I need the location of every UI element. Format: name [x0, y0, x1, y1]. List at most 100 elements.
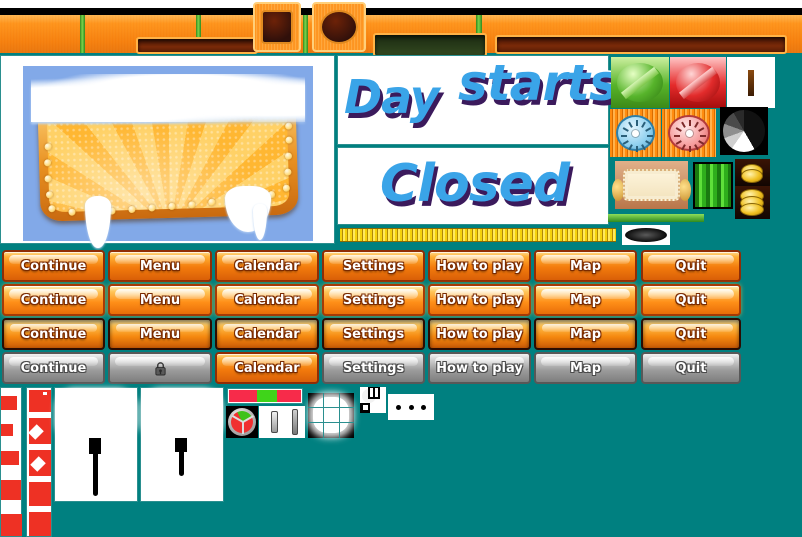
- pie-timer-face: [723, 110, 765, 152]
- button-surface-pressed[interactable]: How to play: [428, 318, 531, 350]
- button-label: Map: [569, 360, 601, 376]
- button-calendar-pressed[interactable]: Calendar: [215, 318, 319, 350]
- rounded-square-tile[interactable]: [308, 393, 354, 438]
- button-menu-hover[interactable]: Menu: [108, 284, 212, 316]
- button-calendar-hover[interactable]: Calendar: [215, 284, 319, 316]
- pill-icon-group[interactable]: [259, 406, 305, 438]
- speech-bubble[interactable]: [140, 387, 224, 502]
- button-surface-normal[interactable]: Calendar: [215, 250, 319, 282]
- button-surface-normal[interactable]: Menu: [108, 250, 212, 282]
- button-calendar-disabled[interactable]: Calendar: [215, 352, 319, 384]
- button-surface-disabled[interactable]: Map: [534, 352, 637, 384]
- button-label: How to play: [436, 258, 523, 274]
- button-label: Calendar: [234, 360, 300, 376]
- button-settings-hover[interactable]: Settings: [322, 284, 425, 316]
- recipe-card-icon[interactable]: [612, 161, 691, 209]
- button-surface-normal[interactable]: Quit: [641, 250, 741, 282]
- tile-hole-square: [261, 10, 293, 44]
- button-surface-pressed[interactable]: Settings: [322, 318, 425, 350]
- button-surface-pressed[interactable]: Menu: [108, 318, 212, 350]
- button-label: Menu: [139, 292, 181, 308]
- banner-preview-panel: [0, 55, 335, 248]
- button-map-pressed[interactable]: Map: [534, 318, 637, 350]
- red-arrow-strip[interactable]: [26, 387, 52, 537]
- top-decorative-bar: [0, 0, 802, 57]
- button-surface-normal[interactable]: Settings: [322, 250, 425, 282]
- red-sign-icon[interactable]: [670, 57, 726, 108]
- blue-clock-face: [616, 115, 655, 152]
- coin-stack-icon[interactable]: [735, 159, 770, 186]
- button-surface-disabled[interactable]: Continue: [2, 352, 105, 384]
- button-surface-hover[interactable]: Menu: [108, 284, 212, 316]
- button-surface-disabled[interactable]: Settings: [322, 352, 425, 384]
- top-white-strip: [0, 0, 802, 8]
- button-quit-pressed[interactable]: Quit: [641, 318, 741, 350]
- button-settings-normal[interactable]: Settings: [322, 250, 425, 282]
- button-menu-pressed[interactable]: Menu: [108, 318, 212, 350]
- button-continue-disabled[interactable]: Continue: [2, 352, 105, 384]
- button-settings-disabled[interactable]: Settings: [322, 352, 425, 384]
- button-label: Map: [569, 258, 601, 274]
- button-surface-disabled[interactable]: Quit: [641, 352, 741, 384]
- button-surface-normal[interactable]: Map: [534, 250, 637, 282]
- button-surface-pressed[interactable]: Continue: [2, 318, 105, 350]
- green-bars-icon[interactable]: [693, 162, 733, 209]
- button-surface-hover[interactable]: Calendar: [215, 284, 319, 316]
- button-how-to-play-pressed[interactable]: How to play: [428, 318, 531, 350]
- button-quit-hover[interactable]: Quit: [641, 284, 741, 316]
- speech-bubble[interactable]: [54, 387, 138, 502]
- button-calendar-normal[interactable]: Calendar: [215, 250, 319, 282]
- button-surface-pressed[interactable]: Calendar: [215, 318, 319, 350]
- button-menu-normal[interactable]: Menu: [108, 250, 212, 282]
- button-surface-pressed[interactable]: Map: [534, 318, 637, 350]
- text-art-day: Day: [343, 69, 442, 126]
- button-continue-normal[interactable]: Continue: [2, 250, 105, 282]
- button-continue-hover[interactable]: Continue: [2, 284, 105, 316]
- button-label: Quit: [675, 292, 707, 308]
- text-art-closed: Closed: [378, 153, 571, 216]
- button-surface-hover[interactable]: How to play: [428, 284, 531, 316]
- button-surface-pressed[interactable]: Quit: [641, 318, 741, 350]
- button-quit-disabled[interactable]: Quit: [641, 352, 741, 384]
- button-surface-hover[interactable]: Continue: [2, 284, 105, 316]
- ellipsis-icon[interactable]: [388, 394, 434, 420]
- coin-stack-icon[interactable]: [735, 186, 770, 219]
- button-surface-hover[interactable]: Quit: [641, 284, 741, 316]
- button-quit-normal[interactable]: Quit: [641, 250, 741, 282]
- button-menu-disabled[interactable]: [108, 352, 212, 384]
- button-surface-disabled[interactable]: [108, 352, 212, 384]
- blue-clock-icon[interactable]: [610, 109, 661, 157]
- button-map-normal[interactable]: Map: [534, 250, 637, 282]
- top-black-strip: [0, 8, 802, 15]
- traffic-light-badge[interactable]: [226, 406, 258, 438]
- button-settings-pressed[interactable]: Settings: [322, 318, 425, 350]
- yellow-striped-bar: [340, 228, 616, 242]
- button-label: Settings: [342, 360, 405, 376]
- red-marker-strip[interactable]: [0, 387, 22, 537]
- button-map-disabled[interactable]: Map: [534, 352, 637, 384]
- pie-timer-icon[interactable]: [720, 107, 768, 155]
- button-surface-disabled[interactable]: How to play: [428, 352, 531, 384]
- marker-dot-icon[interactable]: [368, 387, 380, 399]
- button-label: Settings: [342, 292, 405, 308]
- button-surface-disabled[interactable]: Calendar: [215, 352, 319, 384]
- red-clock-icon[interactable]: [662, 109, 716, 157]
- button-how-to-play-normal[interactable]: How to play: [428, 250, 531, 282]
- status-bar-red-green[interactable]: [227, 388, 303, 404]
- button-surface-normal[interactable]: Continue: [2, 250, 105, 282]
- button-surface-hover[interactable]: Map: [534, 284, 637, 316]
- green-sign-icon[interactable]: [611, 57, 669, 108]
- wood-joint-green: [303, 15, 308, 53]
- button-surface-hover[interactable]: Settings: [322, 284, 425, 316]
- button-map-hover[interactable]: Map: [534, 284, 637, 316]
- button-how-to-play-disabled[interactable]: How to play: [428, 352, 531, 384]
- text-art-panel-closed: Closed: [337, 147, 609, 225]
- button-surface-normal[interactable]: How to play: [428, 250, 531, 282]
- tick-mark-icon[interactable]: [727, 57, 775, 108]
- button-continue-pressed[interactable]: Continue: [2, 318, 105, 350]
- button-how-to-play-hover[interactable]: How to play: [428, 284, 531, 316]
- button-label: Calendar: [234, 292, 300, 308]
- lock-icon: [154, 361, 166, 375]
- button-label: Settings: [342, 326, 405, 342]
- button-label: Continue: [20, 360, 87, 376]
